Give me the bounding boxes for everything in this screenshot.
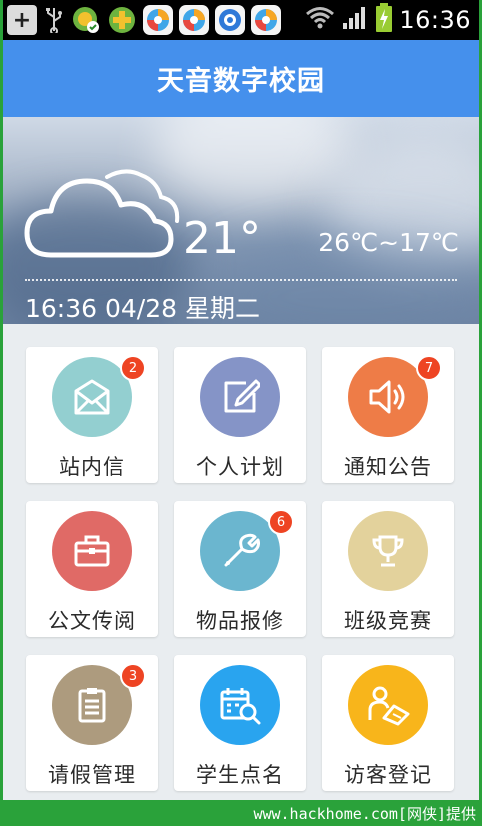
envelope-icon <box>74 379 110 415</box>
tile-icon-circle <box>200 357 280 437</box>
cloud-icon <box>24 169 180 258</box>
watermark-text: www.hackhome.com[网侠]提供 <box>253 805 476 823</box>
tile-leave[interactable]: 3 请假管理 <box>26 655 158 791</box>
game-app-icon <box>71 5 101 35</box>
browser-app-icon <box>143 5 173 35</box>
tile-label: 个人计划 <box>196 455 284 479</box>
tile-visitor[interactable]: 访客登记 <box>322 655 454 791</box>
divider <box>25 279 457 281</box>
trophy-icon <box>372 535 404 567</box>
add-icon: + <box>7 5 37 35</box>
weather-panel: 21° 26℃~17℃ 16:36 04/28 星期二 <box>3 117 479 324</box>
tile-icon-circle <box>52 511 132 591</box>
system-indicators: 16:36 <box>305 3 471 37</box>
unread-badge: 2 <box>120 355 146 381</box>
tile-label: 学生点名 <box>196 763 284 787</box>
wifi-icon <box>305 6 335 34</box>
signal-icon <box>341 5 369 35</box>
browser-app-icon-2 <box>179 5 209 35</box>
tile-icon-circle <box>348 665 428 745</box>
game-app-icon-2 <box>107 5 137 35</box>
watermark-bar: www.hackhome.com[网侠]提供 <box>3 800 479 826</box>
clipboard-icon <box>78 688 106 723</box>
edit-icon <box>224 379 260 413</box>
tile-icon-circle <box>348 511 428 591</box>
current-temperature: 21° <box>183 213 261 264</box>
briefcase-icon <box>74 535 110 567</box>
status-bar: + 16:36 <box>3 0 479 40</box>
notification-icons: + <box>7 4 281 36</box>
usb-icon <box>43 5 65 35</box>
tile-label: 班级竞赛 <box>344 609 432 633</box>
wrench-icon <box>224 533 260 567</box>
temperature-range: 26℃~17℃ <box>318 228 459 257</box>
tile-roll-call[interactable]: 学生点名 <box>174 655 306 791</box>
browser-app-icon-3 <box>251 5 281 35</box>
tile-label: 站内信 <box>59 455 125 479</box>
app-header: 天音数字校园 <box>3 40 479 117</box>
tile-documents[interactable]: 公文传阅 <box>26 501 158 637</box>
feature-grid: 2 站内信 个人计划 7 通知公告 公文传阅 6 物品报修 班级竞赛 3 请假管… <box>3 324 479 800</box>
tile-competition[interactable]: 班级竞赛 <box>322 501 454 637</box>
tile-label: 物品报修 <box>196 609 284 633</box>
tile-label: 访客登记 <box>344 763 432 787</box>
speaker-icon <box>369 380 405 414</box>
battery-icon <box>375 3 393 37</box>
unread-badge: 3 <box>120 663 146 689</box>
tile-label: 公文传阅 <box>48 609 136 633</box>
tile-repair[interactable]: 6 物品报修 <box>174 501 306 637</box>
tile-icon-circle <box>200 665 280 745</box>
unread-badge: 6 <box>268 509 294 535</box>
tile-mail[interactable]: 2 站内信 <box>26 347 158 483</box>
page-title: 天音数字校园 <box>157 66 325 97</box>
clock: 16:36 <box>399 6 471 34</box>
security-app-icon <box>215 5 245 35</box>
tile-label: 通知公告 <box>344 455 432 479</box>
phone-screen: + 16:36 天音数字校园 21° 26℃~17℃ 16:36 04/28 星… <box>3 0 479 826</box>
calendar-search-icon <box>220 688 261 725</box>
visitor-sign-icon <box>368 686 410 726</box>
unread-badge: 7 <box>416 355 442 381</box>
tile-label: 请假管理 <box>48 763 136 787</box>
tile-notice[interactable]: 7 通知公告 <box>322 347 454 483</box>
date-time: 16:36 04/28 星期二 <box>25 294 260 323</box>
tile-personal-plan[interactable]: 个人计划 <box>174 347 306 483</box>
